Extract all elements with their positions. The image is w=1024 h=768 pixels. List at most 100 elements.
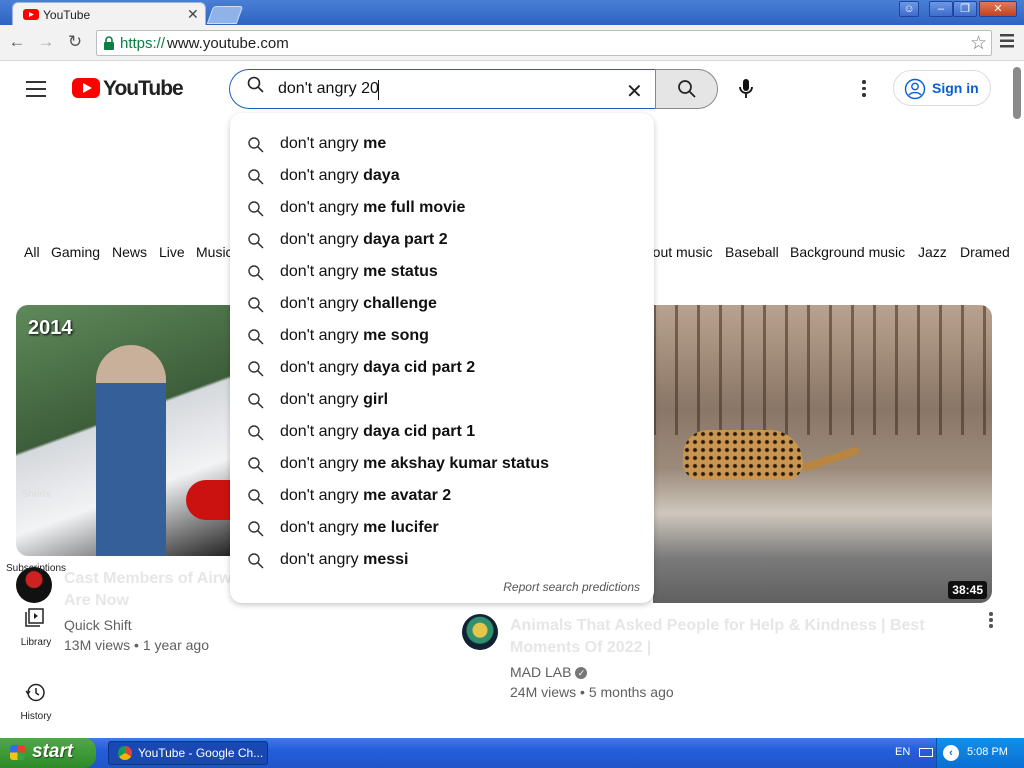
chip-news[interactable]: News: [112, 244, 147, 260]
suggestion-item[interactable]: don't angry me song: [230, 320, 654, 352]
suggestion-text: don't angry daya cid part 1: [280, 423, 476, 440]
tab-title: YouTube: [43, 8, 91, 22]
thumbnail-trees: [653, 305, 992, 435]
account-circle-icon: [904, 78, 926, 100]
suggestion-item[interactable]: don't angry me akshay kumar status: [230, 448, 654, 480]
search-icon: [248, 201, 264, 217]
new-tab-button[interactable]: [206, 6, 244, 24]
search-input[interactable]: don't angry 20 ✕: [229, 69, 656, 109]
language-indicator[interactable]: EN: [895, 746, 910, 758]
sign-in-button[interactable]: Sign in: [893, 70, 991, 106]
tray-arrow-icon[interactable]: ‹: [943, 745, 959, 761]
youtube-logo-icon[interactable]: [72, 78, 100, 98]
suggestion-text: don't angry daya part 2: [280, 231, 448, 248]
start-label: start: [32, 741, 74, 762]
chip-background-music[interactable]: Background music: [790, 244, 905, 260]
suggestion-item[interactable]: don't angry me avatar 2: [230, 480, 654, 512]
guide-subscriptions-label[interactable]: Subscriptions: [0, 563, 72, 574]
suggestion-text: don't angry me full movie: [280, 199, 466, 216]
video-thumbnail[interactable]: 2014: [16, 305, 232, 556]
suggestion-item[interactable]: don't angry daya cid part 1: [230, 416, 654, 448]
video-title-line2[interactable]: Are Now: [64, 590, 129, 612]
suggestion-item[interactable]: don't angry messi: [230, 544, 654, 576]
video-title-line2[interactable]: Moments Of 2022 |: [510, 637, 651, 659]
chip-jazz[interactable]: Jazz: [918, 244, 947, 260]
suggestion-item[interactable]: don't angry me full movie: [230, 192, 654, 224]
chip-live[interactable]: Live: [159, 244, 185, 260]
search-icon: [248, 169, 264, 185]
chip-gaming[interactable]: Gaming: [51, 244, 100, 260]
views-count: 13M views: [64, 637, 131, 653]
clear-search-icon[interactable]: ✕: [626, 79, 643, 104]
channel-name[interactable]: Quick Shift: [64, 617, 132, 633]
browser-menu-icon[interactable]: [999, 33, 1015, 49]
youtube-wordmark[interactable]: YouTube: [103, 77, 184, 101]
views-count: 24M views: [510, 684, 577, 700]
channel-avatar[interactable]: [462, 614, 498, 650]
suggestion-text: don't angry girl: [280, 391, 389, 408]
chip-baseball[interactable]: Baseball: [725, 244, 779, 260]
suggestion-item[interactable]: don't angry challenge: [230, 288, 654, 320]
search-icon: [248, 393, 264, 409]
video-views: 13M views • 1 year ago: [64, 637, 209, 653]
suggestion-item[interactable]: don't angry daya cid part 2: [230, 352, 654, 384]
windows-taskbar: start YouTube - Google Ch... EN ‹ 5:08 P…: [0, 738, 1024, 768]
chip-music[interactable]: Music: [196, 244, 233, 260]
search-icon: [248, 457, 264, 473]
keyboard-icon[interactable]: [919, 748, 933, 757]
minimize-button[interactable]: –: [929, 1, 953, 17]
reload-icon[interactable]: ↻: [65, 32, 85, 52]
back-arrow-icon[interactable]: ←: [7, 32, 27, 52]
suggestion-item[interactable]: don't angry daya part 2: [230, 224, 654, 256]
suggestion-item[interactable]: don't angry me lucifer: [230, 512, 654, 544]
video-more-icon[interactable]: [989, 612, 993, 630]
chip-dramed[interactable]: Dramed: [960, 244, 1010, 260]
taskbar-chrome-window[interactable]: YouTube - Google Ch...: [108, 741, 268, 765]
chip-all[interactable]: All: [24, 244, 40, 260]
search-icon: [248, 489, 264, 505]
search-icon: [248, 233, 264, 249]
suggestion-item[interactable]: don't angry girl: [230, 384, 654, 416]
suggestion-item[interactable]: don't angry me: [230, 128, 654, 160]
url-scheme: https://: [120, 35, 166, 52]
search-icon: [248, 137, 264, 153]
suggestion-text: don't angry me: [280, 135, 387, 152]
channel-name-text: MAD LAB: [510, 664, 572, 680]
url-host: www.youtube.com: [167, 35, 289, 52]
chrome-icon: [118, 746, 132, 760]
address-bar[interactable]: https:// www.youtube.com ☆: [96, 30, 992, 56]
bookmark-star-icon[interactable]: ☆: [970, 32, 987, 55]
taskbar-window-label: YouTube - Google Ch...: [138, 746, 264, 760]
guide-menu-icon[interactable]: [26, 81, 46, 102]
suggestion-item[interactable]: don't angry daya: [230, 160, 654, 192]
browser-tab-strip: YouTube ✕ ☺ – ❐ ✕: [0, 0, 1024, 25]
video-duration-badge: 38:45: [948, 581, 987, 599]
microphone-icon[interactable]: [738, 78, 754, 100]
settings-more-icon[interactable]: [862, 80, 868, 100]
report-search-predictions-link[interactable]: Report search predictions: [503, 580, 640, 594]
scrollbar-thumb[interactable]: [1013, 67, 1021, 119]
thumbnail-car: [186, 480, 232, 520]
tab-close-icon[interactable]: ✕: [187, 6, 199, 23]
profile-icon[interactable]: ☺: [899, 1, 919, 17]
close-window-button[interactable]: ✕: [979, 1, 1017, 17]
guide-history-label[interactable]: History: [0, 711, 72, 722]
guide-shorts-label[interactable]: Shorts: [0, 489, 72, 500]
restore-button[interactable]: ❐: [953, 1, 977, 17]
video-title[interactable]: Animals That Asked People for Help & Kin…: [510, 615, 925, 637]
channel-name[interactable]: MAD LAB ✓: [510, 664, 588, 680]
suggestion-text: don't angry me status: [280, 263, 438, 280]
video-title[interactable]: Cast Members of Airwolf: [64, 568, 251, 590]
page-scrollbar[interactable]: [1010, 61, 1024, 738]
video-thumbnail[interactable]: 38:45: [653, 305, 992, 603]
forward-arrow-icon[interactable]: →: [36, 32, 56, 52]
search-icon: [248, 553, 264, 569]
history-icon[interactable]: [25, 682, 46, 703]
guide-library-label[interactable]: Library: [0, 637, 72, 648]
library-icon[interactable]: [25, 607, 45, 627]
search-button[interactable]: [655, 69, 718, 109]
start-button[interactable]: start: [0, 738, 96, 768]
search-icon: [248, 425, 264, 441]
suggestion-item[interactable]: don't angry me status: [230, 256, 654, 288]
browser-tab[interactable]: YouTube ✕: [12, 2, 206, 25]
